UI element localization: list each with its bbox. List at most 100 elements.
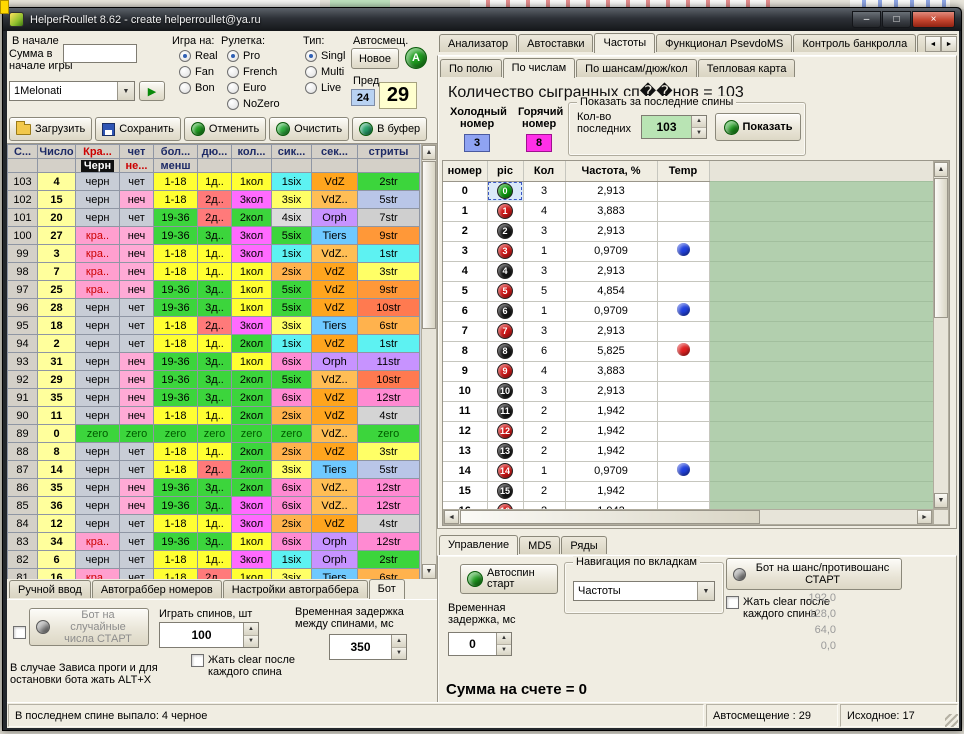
spin-cell[interactable]: 6six <box>272 389 312 407</box>
spin-cell[interactable]: VdZ <box>312 515 358 533</box>
frequency-cell[interactable] <box>657 281 709 301</box>
tabs-scroll-left-button[interactable]: ◄ <box>925 36 941 52</box>
spin-cell[interactable]: VdZ <box>312 263 358 281</box>
spin-cell[interactable]: 19-36 <box>154 209 198 227</box>
spin-cell[interactable]: 14 <box>38 461 76 479</box>
spin-cell[interactable]: 34 <box>38 533 76 551</box>
spin-cell[interactable]: 1-18 <box>154 407 198 425</box>
frequency-cell[interactable]: 3 <box>523 181 565 201</box>
frequency-cell[interactable]: 10 <box>487 381 523 401</box>
spin-cell[interactable]: 3кол <box>232 317 272 335</box>
spin-cell[interactable]: zero <box>120 425 154 443</box>
spin-row[interactable]: 9331черннеч19-363д..1кол6sixOrph11str <box>8 353 420 371</box>
frequency-cell[interactable]: 2,913 <box>565 321 657 341</box>
maximize-button[interactable]: □ <box>882 11 911 28</box>
frequency-cell[interactable] <box>657 421 709 441</box>
spin-cell[interactable]: неч <box>120 371 154 389</box>
scroll-down-button[interactable]: ▼ <box>422 564 436 579</box>
frequency-cell[interactable]: 5 <box>487 281 523 301</box>
tab-Тепловая карта[interactable]: Тепловая карта <box>698 59 796 77</box>
spin-cell[interactable]: VdZ <box>312 389 358 407</box>
frequency-cell[interactable] <box>657 401 709 421</box>
frequency-cell[interactable]: 15 <box>487 481 523 501</box>
spin-cell[interactable]: 9str <box>358 281 420 299</box>
frequency-cell[interactable]: 10 <box>443 381 487 401</box>
spin-cell[interactable]: 1-18 <box>154 191 198 209</box>
frequency-cell[interactable] <box>657 321 709 341</box>
spin-cell[interactable]: 8 <box>38 443 76 461</box>
spin-cell[interactable]: черн <box>76 551 120 569</box>
spin-row[interactable]: 942чернчет1-181д..2кол1sixVdZ1str <box>8 335 420 353</box>
frequency-row[interactable]: 6610,9709 <box>443 301 933 321</box>
spin-row[interactable]: 888чернчет1-181д..2кол2sixVdZ3str <box>8 443 420 461</box>
spin-cell[interactable]: VdZ <box>312 173 358 191</box>
spin-cell[interactable]: кра.. <box>76 569 120 580</box>
frequency-cell[interactable]: 1 <box>523 241 565 261</box>
spin-cell[interactable]: неч <box>120 245 154 263</box>
frequency-cell[interactable]: 5 <box>523 281 565 301</box>
frequency-cell[interactable]: 12 <box>487 421 523 441</box>
start-amount-input[interactable] <box>63 44 137 63</box>
toolbar-button-В буфер[interactable]: В буфер <box>352 117 427 141</box>
frequency-cell[interactable]: 4 <box>443 261 487 281</box>
frequency-cell[interactable]: 8 <box>487 341 523 361</box>
frequency-cell[interactable] <box>657 481 709 501</box>
spin-cell[interactable]: 3six <box>272 191 312 209</box>
random-bot-checkbox[interactable] <box>13 626 26 639</box>
spin-cell[interactable]: 12str <box>358 497 420 515</box>
frequency-cell[interactable]: 7 <box>443 321 487 341</box>
frequency-cell[interactable]: 0 <box>487 181 523 201</box>
frequency-cell[interactable]: 6 <box>523 341 565 361</box>
spin-cell[interactable]: черн <box>76 209 120 227</box>
minimize-button[interactable]: – <box>852 11 881 28</box>
spin-cell[interactable]: 2str <box>358 551 420 569</box>
spin-cell[interactable]: кра.. <box>76 263 120 281</box>
spin-cell[interactable]: 2д.. <box>198 569 232 580</box>
spin-cell[interactable]: 3кол <box>232 191 272 209</box>
spin-cell[interactable]: 19-36 <box>154 371 198 389</box>
spin-cell[interactable]: 84 <box>8 515 38 533</box>
chance-bot-start-button[interactable]: Бот на шанс/противошанс СТАРТ <box>726 558 902 590</box>
spin-cell[interactable]: 1six <box>272 335 312 353</box>
spin-cell[interactable]: 2кол <box>232 209 272 227</box>
frequency-cell[interactable]: 5 <box>443 281 487 301</box>
frequency-row[interactable]: 4432,913 <box>443 261 933 281</box>
spin-cell[interactable]: черн <box>76 389 120 407</box>
frequency-cell[interactable]: 2 <box>443 221 487 241</box>
spin-cell[interactable]: 19-36 <box>154 389 198 407</box>
spin-cell[interactable]: 3six <box>272 317 312 335</box>
spin-row[interactable]: 9725кра..неч19-363д..1кол5sixVdZ9str <box>8 281 420 299</box>
spin-cell[interactable]: 81 <box>8 569 38 580</box>
spin-cell[interactable]: 1six <box>272 551 312 569</box>
spin-cell[interactable]: 99 <box>8 245 38 263</box>
frequency-cell[interactable]: 12 <box>443 421 487 441</box>
frequency-row[interactable]: 151521,942 <box>443 481 933 501</box>
frequency-row[interactable]: 7732,913 <box>443 321 933 341</box>
spin-cell[interactable]: Orph <box>312 209 358 227</box>
combo-dropdown-button[interactable]: ▼ <box>117 82 134 100</box>
radio-Singl[interactable]: Singl <box>305 48 345 64</box>
spin-cell[interactable]: 1six <box>272 245 312 263</box>
spin-cell[interactable]: 7str <box>358 209 420 227</box>
spin-cell[interactable]: 35 <box>38 389 76 407</box>
frequency-row[interactable]: 131321,942 <box>443 441 933 461</box>
spin-row[interactable]: 8536черннеч19-363д..3кол6sixVdZ..12str <box>8 497 420 515</box>
spin-cell[interactable]: 100 <box>8 227 38 245</box>
close-button[interactable]: × <box>912 11 955 28</box>
spin-cell[interactable]: 95 <box>8 317 38 335</box>
spin-cell[interactable]: zero <box>358 425 420 443</box>
frequency-cell[interactable]: 1 <box>523 461 565 481</box>
frequency-cell[interactable]: 13 <box>443 441 487 461</box>
spin-cell[interactable]: 4str <box>358 515 420 533</box>
spin-cell[interactable]: 1-18 <box>154 263 198 281</box>
spin-cell[interactable]: 2six <box>272 515 312 533</box>
spin-cell[interactable]: 2кол <box>232 479 272 497</box>
frequency-row[interactable]: 3310,9709 <box>443 241 933 261</box>
spin-cell[interactable]: 6 <box>38 551 76 569</box>
spin-cell[interactable]: 1-18 <box>154 173 198 191</box>
spin-cell[interactable]: 19-36 <box>154 353 198 371</box>
spin-cell[interactable]: 27 <box>38 227 76 245</box>
spin-cell[interactable]: 5str <box>358 461 420 479</box>
frequency-cell[interactable]: 3 <box>443 241 487 261</box>
frequency-cell[interactable] <box>657 441 709 461</box>
